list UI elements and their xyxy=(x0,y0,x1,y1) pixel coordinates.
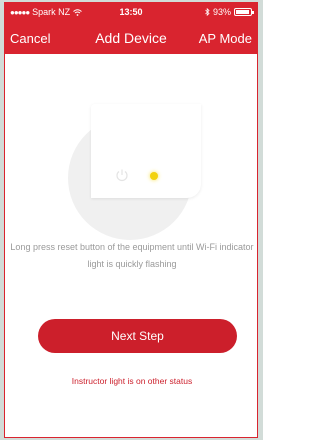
next-step-button[interactable]: Next Step xyxy=(38,319,237,353)
instruction-text: Long press reset button of the equipment… xyxy=(10,242,254,269)
power-icon xyxy=(116,169,128,182)
alternate-status-link[interactable]: Instructor light is on other status xyxy=(5,376,258,386)
status-time: 13:50 xyxy=(119,7,143,17)
main-content: Long press reset button of the equipment… xyxy=(4,54,258,438)
bluetooth-icon xyxy=(205,8,210,16)
screen: ●●●●● Spark NZ 13:50 93% Cancel Add Devi… xyxy=(4,2,258,438)
battery-percent: 93% xyxy=(212,7,231,17)
device-illustration xyxy=(91,104,201,198)
battery-level xyxy=(236,10,250,14)
wifi-indicator-light xyxy=(150,172,158,180)
carrier-name: Spark NZ xyxy=(32,7,71,17)
status-bar: ●●●●● Spark NZ 13:50 93% xyxy=(4,2,258,22)
ap-mode-button[interactable]: AP Mode xyxy=(182,31,252,46)
status-right: 93% xyxy=(160,7,254,17)
cancel-button[interactable]: Cancel xyxy=(10,31,80,46)
signal-strength: ●●●●● xyxy=(10,7,30,17)
battery-icon xyxy=(234,8,254,16)
phone-frame: ●●●●● Spark NZ 13:50 93% Cancel Add Devi… xyxy=(0,0,263,440)
wifi-icon xyxy=(73,8,83,16)
status-left: ●●●●● Spark NZ xyxy=(10,7,102,17)
page-title: Add Device xyxy=(95,30,167,46)
nav-bar: Cancel Add Device AP Mode xyxy=(4,22,258,54)
